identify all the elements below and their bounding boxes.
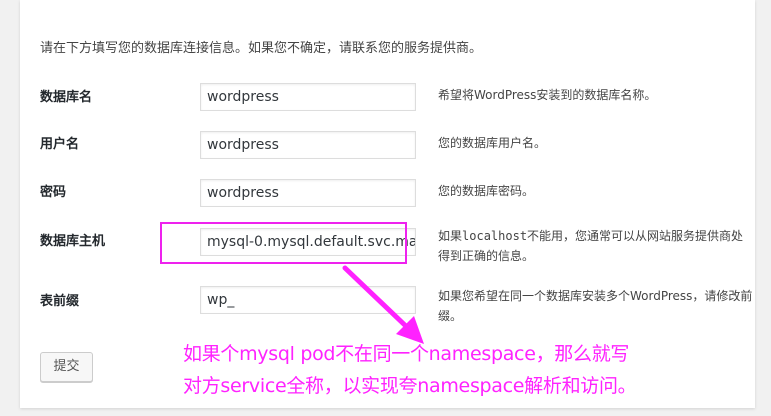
prefix-description: 如果您希望在同一个数据库安装多个WordPress，请修改前缀。 xyxy=(438,289,753,323)
prefix-label: 表前缀 xyxy=(40,294,80,309)
dbname-label: 数据库名 xyxy=(40,90,93,105)
highlight-box xyxy=(160,222,407,264)
dbname-description: 希望将WordPress安装到的数据库名称。 xyxy=(438,88,657,102)
dbhost-label: 数据库主机 xyxy=(40,234,106,249)
password-input[interactable]: wordpress xyxy=(200,179,416,207)
localhost-code: localhost xyxy=(462,229,528,243)
password-description: 您的数据库密码。 xyxy=(438,184,535,198)
dbname-input[interactable]: wordpress xyxy=(200,83,416,111)
annotation-line-1: 如果个mysql pod不在同一个namespace，那么就写 xyxy=(183,343,630,365)
password-label: 密码 xyxy=(40,185,67,200)
annotation-line-2: 对方service全称，以实现夸namespace解析和访问。 xyxy=(183,375,637,397)
submit-button[interactable]: 提交 xyxy=(40,352,93,382)
username-description: 您的数据库用户名。 xyxy=(438,136,547,150)
annotation-text: 如果个mysql pod不在同一个namespace，那么就写 对方servic… xyxy=(183,338,637,402)
username-input[interactable]: wordpress xyxy=(200,131,416,159)
username-label: 用户名 xyxy=(40,137,80,152)
intro-text: 请在下方填写您的数据库连接信息。如果您不确定，请联系您的服务提供商。 xyxy=(40,41,483,56)
prefix-input[interactable]: wp_ xyxy=(200,286,416,314)
dbhost-desc-pre: 如果 xyxy=(438,229,463,243)
dbhost-description: 如果localhost不能用，您通常可以从网站服务提供商处得到正确的信息。 xyxy=(438,226,753,266)
